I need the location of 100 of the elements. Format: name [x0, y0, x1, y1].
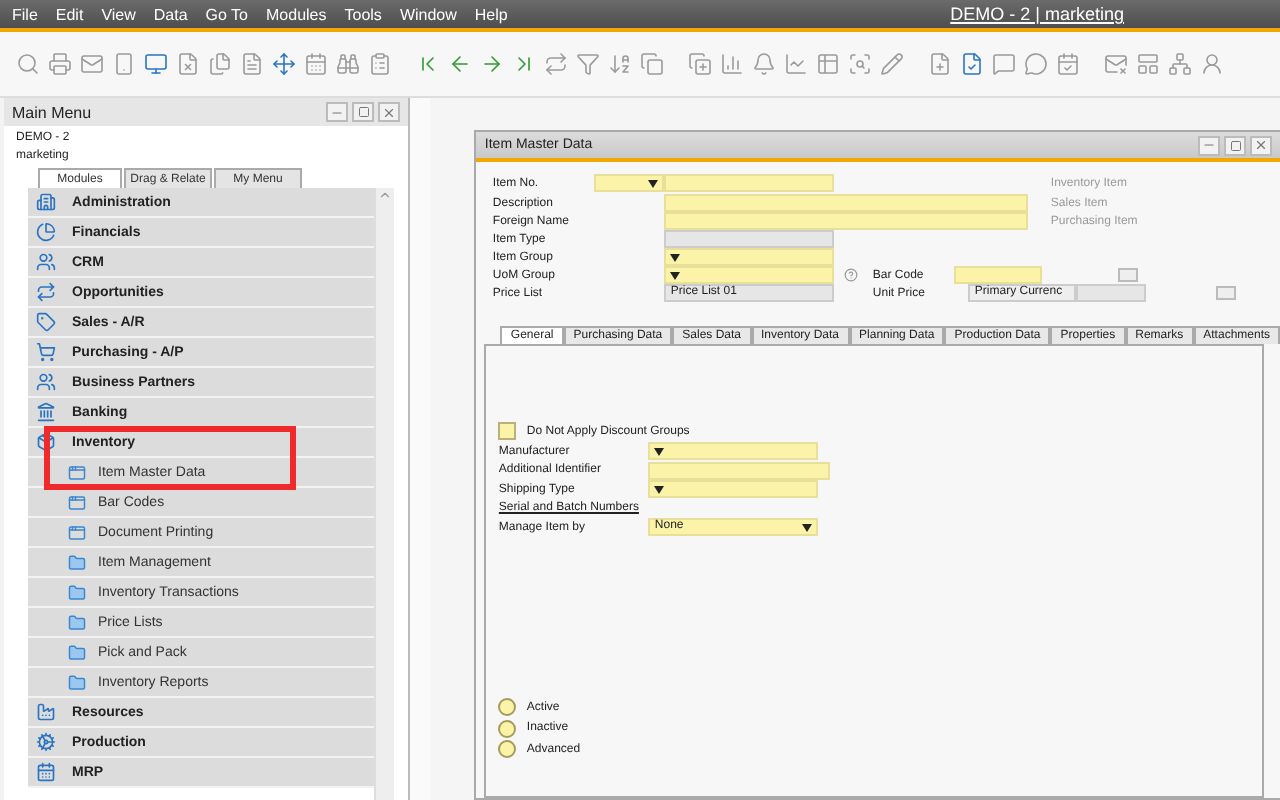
maximize-icon — [1229, 139, 1241, 151]
menu-item[interactable]: Modules — [266, 5, 327, 23]
monitor-icon[interactable] — [144, 52, 168, 76]
dropdown-caret-icon[interactable] — [648, 179, 659, 187]
dropdown-caret-icon[interactable] — [654, 485, 665, 493]
minimize-icon — [1202, 138, 1216, 152]
scroll-up-icon — [378, 188, 392, 202]
readonly-field — [1076, 284, 1147, 302]
first-record-icon[interactable] — [416, 52, 440, 76]
line-chart-icon[interactable] — [784, 52, 808, 76]
calendar-icon[interactable] — [304, 52, 328, 76]
refresh-icon[interactable] — [544, 52, 568, 76]
user-icon[interactable] — [1200, 52, 1224, 76]
window-title: DEMO - 2 | marketing — [950, 4, 1124, 24]
arrows-icon — [36, 282, 56, 302]
browse-button[interactable] — [1118, 268, 1139, 282]
text-field[interactable] — [664, 174, 835, 192]
menu-item[interactable]: Tools — [344, 5, 382, 23]
layout-icon[interactable] — [1136, 52, 1160, 76]
menu-item[interactable]: View — [101, 5, 136, 23]
sort-icon[interactable] — [608, 52, 632, 76]
calendar-check-icon[interactable] — [1056, 52, 1080, 76]
window-icon — [68, 493, 86, 511]
close-button[interactable] — [1250, 135, 1272, 155]
pencil-icon[interactable] — [880, 52, 904, 76]
dropdown-field[interactable] — [664, 266, 835, 284]
message-icon[interactable] — [992, 52, 1016, 76]
panel-title: Main Menu — [12, 103, 92, 121]
chat-icon[interactable] — [1024, 52, 1048, 76]
text-field[interactable] — [648, 461, 831, 479]
move-arrows-icon[interactable] — [272, 52, 296, 76]
info-icon — [844, 268, 859, 282]
building-icon — [36, 192, 56, 212]
bank-icon — [36, 402, 56, 422]
radio-button[interactable] — [498, 698, 517, 716]
menu-item[interactable]: Data — [153, 5, 188, 23]
close-button[interactable] — [378, 102, 401, 122]
menu-item[interactable]: Go To — [205, 5, 248, 23]
people-icon — [36, 372, 56, 392]
new-document-icon[interactable] — [928, 52, 952, 76]
cart-icon — [36, 342, 56, 362]
radio-button[interactable] — [498, 740, 517, 758]
dropdown-caret-icon[interactable] — [654, 447, 665, 455]
text-field[interactable] — [664, 212, 1029, 230]
dropdown-caret-icon[interactable] — [802, 523, 813, 531]
minimize-button[interactable] — [326, 102, 349, 122]
mail-icon[interactable] — [80, 52, 104, 76]
binoculars-icon[interactable] — [336, 52, 360, 76]
dropdown-field[interactable] — [664, 248, 835, 266]
last-record-icon[interactable] — [512, 52, 536, 76]
mail-x-icon[interactable] — [1104, 52, 1128, 76]
maximize-button[interactable] — [1224, 135, 1246, 155]
dropdown-field[interactable] — [648, 442, 819, 460]
text-field[interactable] — [664, 194, 1029, 212]
document-icon[interactable] — [240, 52, 264, 76]
documents-icon[interactable] — [208, 52, 232, 76]
scan-icon[interactable] — [848, 52, 872, 76]
folder-icon — [68, 553, 86, 571]
browse-button[interactable] — [1216, 286, 1237, 300]
window-icon — [68, 523, 86, 541]
gear-icon — [36, 732, 56, 752]
menu-item[interactable]: Help — [474, 5, 508, 23]
folder-icon — [68, 673, 86, 691]
menu-item[interactable]: Window — [399, 5, 457, 23]
copy-icon[interactable] — [640, 52, 664, 76]
dropdown-field[interactable] — [648, 480, 819, 498]
document-check-icon[interactable] — [960, 52, 984, 76]
table-icon[interactable] — [816, 52, 840, 76]
menu-item[interactable]: File — [12, 5, 38, 23]
close-icon — [382, 105, 397, 119]
package-icon — [36, 432, 56, 452]
text-field[interactable] — [954, 266, 1043, 284]
people-icon — [36, 252, 56, 272]
tree-icon[interactable] — [1168, 52, 1192, 76]
scrollbar[interactable] — [374, 188, 394, 800]
folder-icon — [68, 613, 86, 631]
folder-icon — [68, 643, 86, 661]
minimize-button[interactable] — [1198, 135, 1220, 155]
maximize-button[interactable] — [352, 102, 375, 122]
radio-button[interactable] — [498, 719, 517, 737]
printer-icon[interactable] — [48, 52, 72, 76]
phone-icon[interactable] — [112, 52, 136, 76]
list-icon[interactable] — [368, 52, 392, 76]
checkbox[interactable] — [498, 422, 517, 440]
copy-plus-icon[interactable] — [688, 52, 712, 76]
bell-icon[interactable] — [752, 52, 776, 76]
previous-record-icon[interactable] — [448, 52, 472, 76]
filter-icon[interactable] — [576, 52, 600, 76]
menu-item[interactable]: Edit — [55, 5, 84, 23]
search-icon[interactable] — [16, 52, 40, 76]
next-record-icon[interactable] — [480, 52, 504, 76]
calendar-icon — [36, 762, 56, 782]
close-icon — [1254, 138, 1268, 152]
maximize-icon — [357, 106, 370, 118]
dropdown-field[interactable] — [594, 174, 665, 192]
bar-chart-icon[interactable] — [720, 52, 744, 76]
tag-icon — [36, 312, 56, 332]
factory-icon — [36, 702, 56, 722]
document-x-icon[interactable] — [176, 52, 200, 76]
pie-chart-icon — [36, 222, 56, 242]
